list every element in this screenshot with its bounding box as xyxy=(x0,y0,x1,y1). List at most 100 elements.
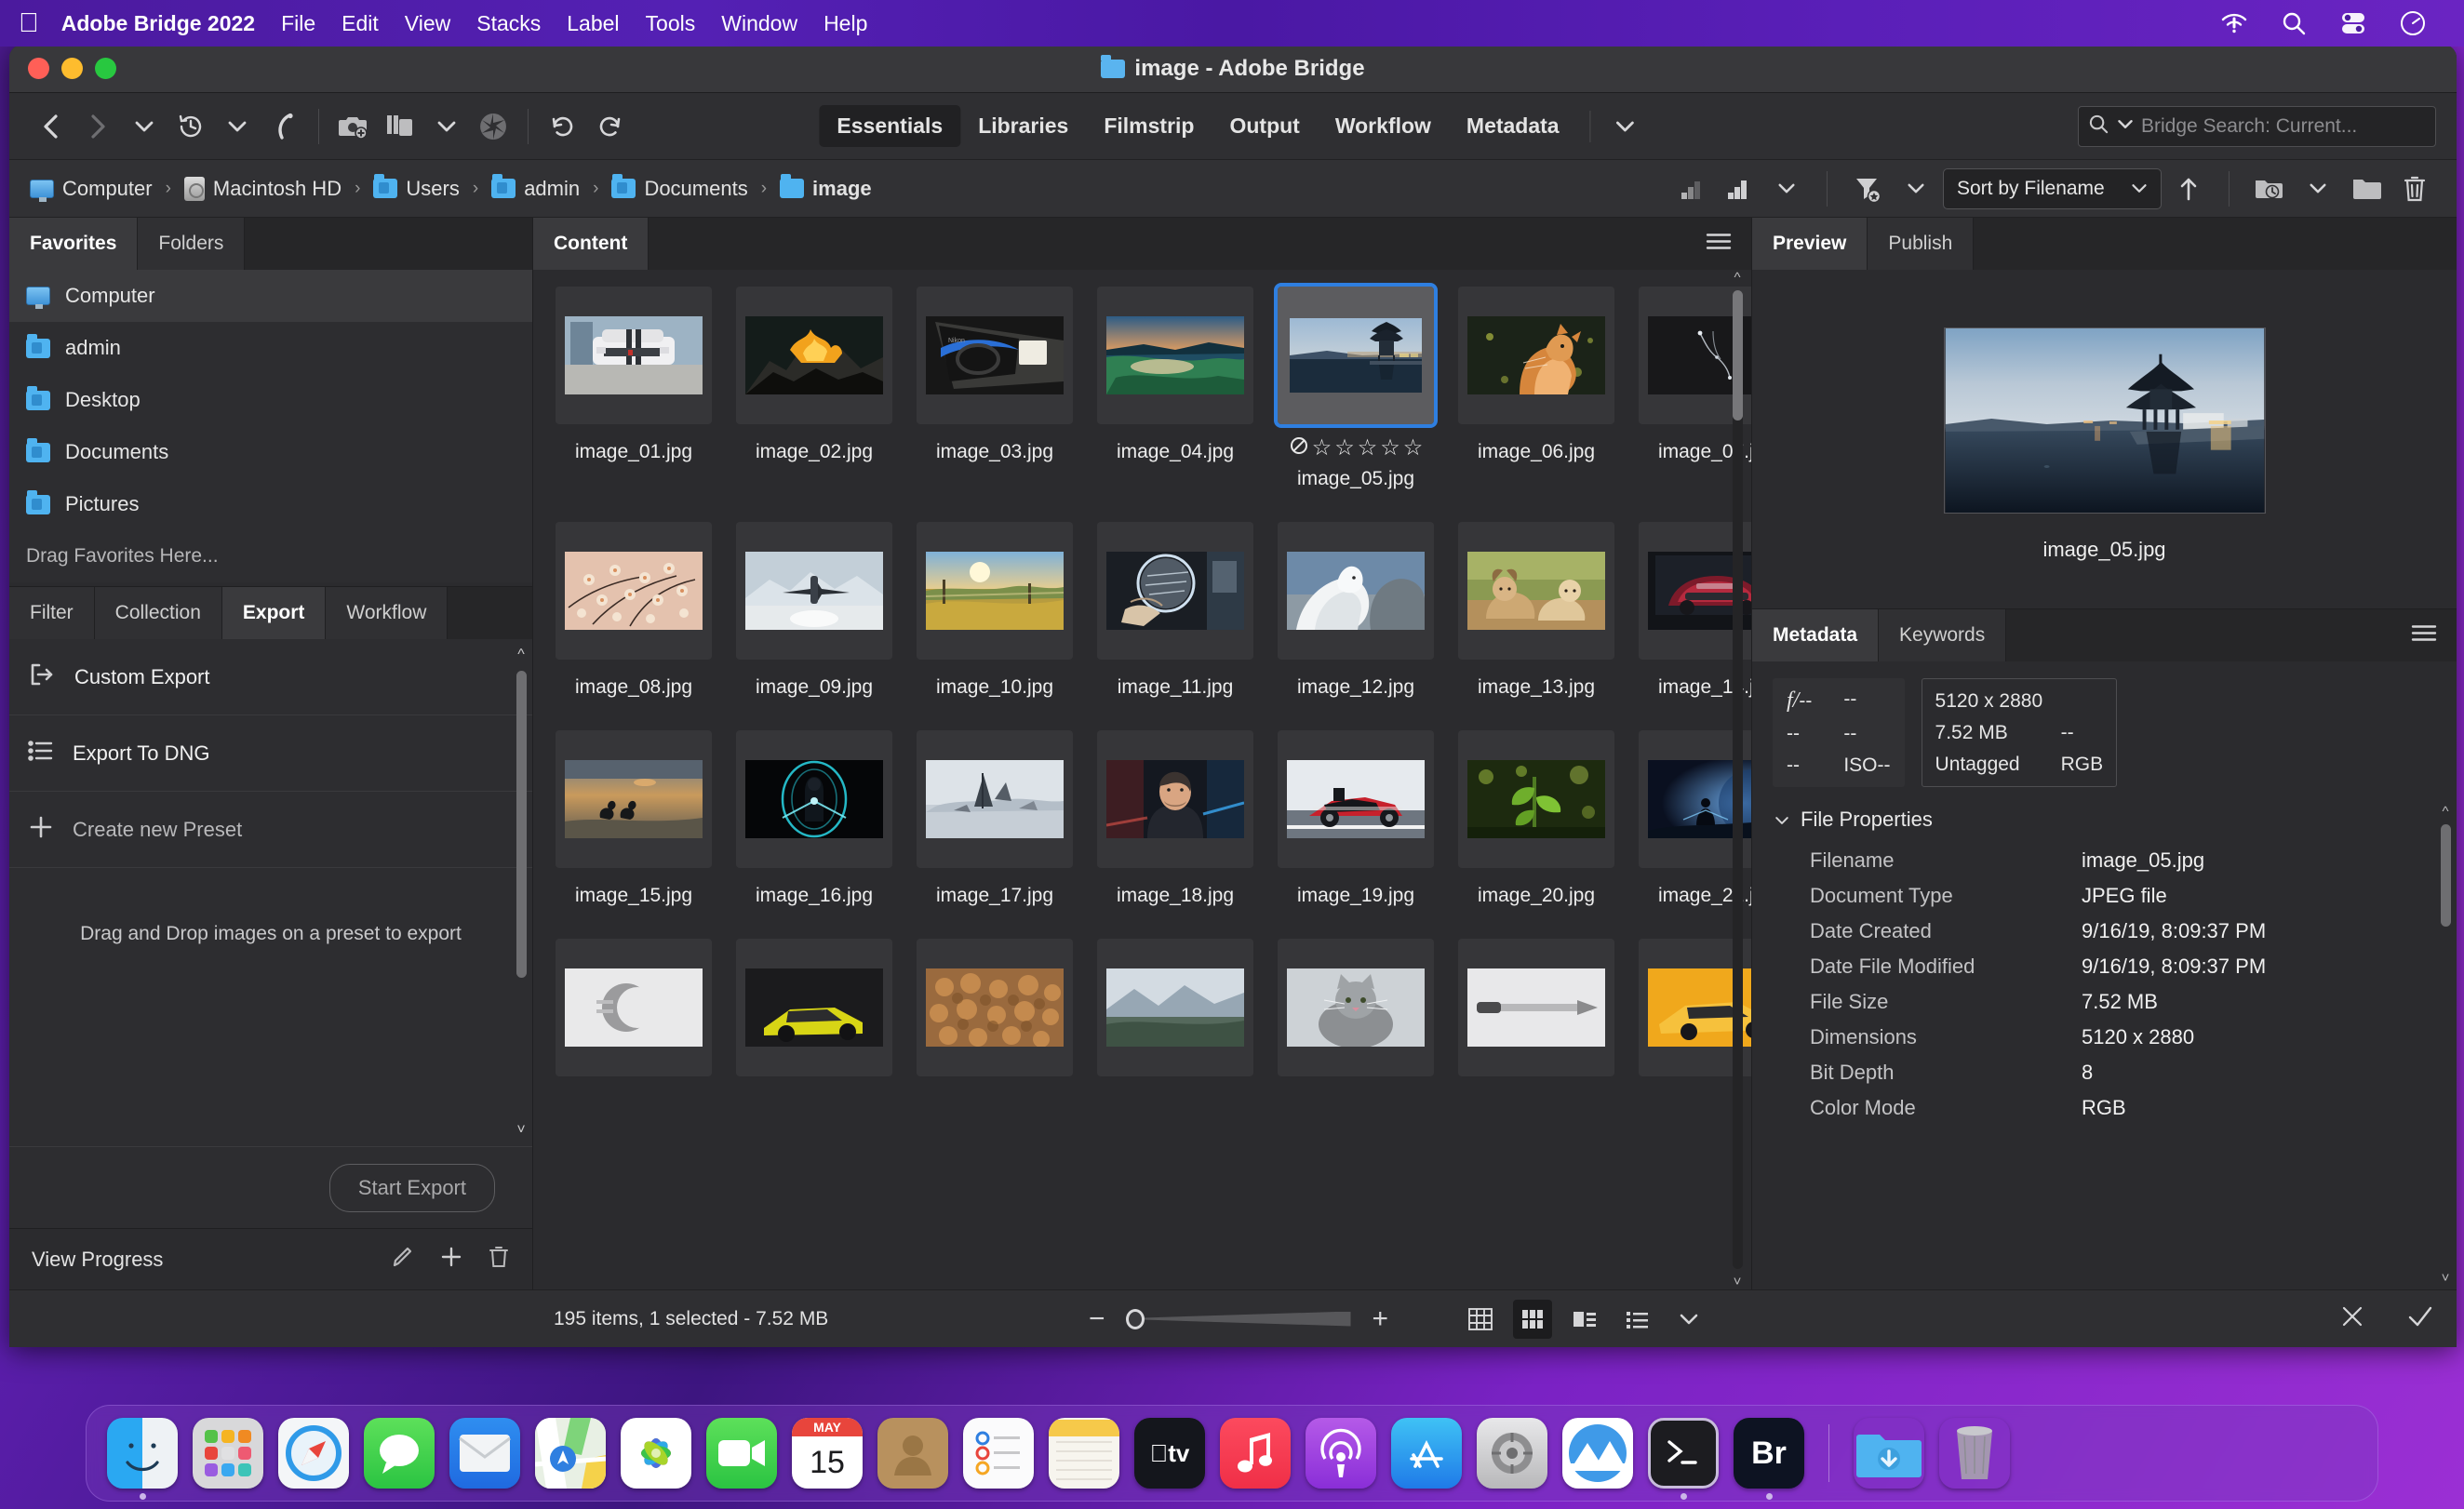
workspace-filmstrip[interactable]: Filmstrip xyxy=(1086,105,1212,147)
zoom-out-button[interactable]: − xyxy=(1089,1305,1105,1333)
zoom-button[interactable] xyxy=(95,58,116,79)
grid-item[interactable]: image_01.jpg xyxy=(556,287,712,490)
scroll-track[interactable] xyxy=(1733,290,1743,1269)
close-icon[interactable] xyxy=(2339,1303,2365,1334)
stack-chevron-down-icon[interactable] xyxy=(425,105,468,148)
trash-icon[interactable] xyxy=(488,1245,510,1275)
thumbnail[interactable] xyxy=(1458,522,1614,660)
dock-item-mail[interactable] xyxy=(449,1418,520,1489)
grid-item[interactable]: image_04.jpg xyxy=(1097,287,1253,490)
contacts-icon[interactable] xyxy=(877,1418,948,1489)
dock-item-calendar[interactable]: MAY 15 xyxy=(792,1418,863,1489)
breadcrumb-image[interactable]: image xyxy=(780,177,872,201)
thumbnail[interactable] xyxy=(736,287,892,424)
tab-folders[interactable]: Folders xyxy=(138,218,245,270)
slider-knob[interactable] xyxy=(1126,1309,1145,1329)
search-dropdown-chevron-down-icon[interactable] xyxy=(2117,118,2134,135)
breadcrumb-computer[interactable]: Computer xyxy=(30,177,153,201)
tab-publish[interactable]: Publish xyxy=(1868,218,1974,270)
dock-item-facetime[interactable] xyxy=(706,1418,777,1489)
mail-icon[interactable] xyxy=(449,1418,520,1489)
camera-raw-icon[interactable] xyxy=(472,105,515,148)
appletv-icon[interactable]: tv xyxy=(1134,1418,1205,1489)
dock-item-adobe-bridge[interactable]: Br xyxy=(1734,1418,1804,1489)
tab-preview[interactable]: Preview xyxy=(1752,218,1868,270)
rotate-ccw-icon[interactable] xyxy=(542,105,584,148)
thumbnail[interactable] xyxy=(917,730,1073,868)
thumbnail[interactable] xyxy=(917,939,1073,1076)
back-icon[interactable] xyxy=(30,105,73,148)
dock-item-appletv[interactable]: tv xyxy=(1134,1418,1205,1489)
safari-icon[interactable] xyxy=(278,1418,349,1489)
edit-pencil-icon[interactable] xyxy=(391,1245,415,1275)
nav-chevron-down-icon[interactable] xyxy=(123,105,166,148)
trash-icon[interactable] xyxy=(1939,1418,2010,1489)
forward-icon[interactable] xyxy=(76,105,119,148)
view-chevron-down-icon[interactable] xyxy=(1669,1300,1708,1339)
chevron-down-icon[interactable] xyxy=(1774,808,1789,832)
search-icon[interactable] xyxy=(2278,7,2310,39)
close-button[interactable] xyxy=(28,58,49,79)
copy-stack-icon[interactable] xyxy=(379,105,422,148)
tab-metadata[interactable]: Metadata xyxy=(1752,609,1879,661)
grid-item[interactable]: Nikon image_03.jpg xyxy=(917,287,1073,490)
search-input[interactable]: Bridge Search: Current... xyxy=(2078,106,2436,147)
dock-item-downloads-folder[interactable] xyxy=(1854,1418,1924,1489)
tab-workflow[interactable]: Workflow xyxy=(326,587,448,639)
minimize-button[interactable] xyxy=(61,58,83,79)
new-folder-icon[interactable] xyxy=(2345,167,2388,210)
star-1-icon[interactable]: ☆ xyxy=(1312,437,1332,460)
grid-item[interactable] xyxy=(1278,939,1434,1076)
tab-export[interactable]: Export xyxy=(222,587,327,639)
grid-item[interactable]: image_19.jpg xyxy=(1278,730,1434,907)
grid-item[interactable] xyxy=(1097,939,1253,1076)
dock-item-reminders[interactable] xyxy=(963,1418,1034,1489)
reject-icon[interactable] xyxy=(1289,435,1309,461)
export-scrollbar[interactable]: ^ ˅ xyxy=(514,647,529,1139)
workspace-essentials[interactable]: Essentials xyxy=(819,105,960,147)
dock-item-trash[interactable] xyxy=(1939,1418,2010,1489)
dock-item-podcasts[interactable] xyxy=(1306,1418,1376,1489)
filter-rating-high-icon[interactable] xyxy=(1717,167,1760,210)
details-view-icon[interactable] xyxy=(1565,1300,1604,1339)
menu-edit[interactable]: Edit xyxy=(341,11,379,36)
thumbnail[interactable] xyxy=(1458,287,1614,424)
messages-icon[interactable] xyxy=(364,1418,435,1489)
workspace-metadata[interactable]: Metadata xyxy=(1449,105,1577,147)
grid-item[interactable]: image_08.jpg xyxy=(556,522,712,699)
scroll-down-icon[interactable]: ˅ xyxy=(514,1122,529,1139)
menu-tools[interactable]: Tools xyxy=(646,11,696,36)
grid-item[interactable]: image_06.jpg xyxy=(1458,287,1614,490)
star-3-icon[interactable]: ☆ xyxy=(1358,437,1378,460)
dock-item-launchpad[interactable] xyxy=(193,1418,263,1489)
grid-item[interactable] xyxy=(736,939,892,1076)
sort-dropdown[interactable]: Sort by Filename xyxy=(1943,168,2162,209)
thumbnail[interactable] xyxy=(917,522,1073,660)
check-icon[interactable] xyxy=(2406,1303,2434,1334)
thumbnail[interactable] xyxy=(1278,730,1434,868)
star-2-icon[interactable]: ☆ xyxy=(1334,437,1355,460)
dock-item-safari[interactable] xyxy=(278,1418,349,1489)
thumbnail[interactable] xyxy=(1278,522,1434,660)
grid-item[interactable]: image_09.jpg xyxy=(736,522,892,699)
menu-window[interactable]: Window xyxy=(721,11,797,36)
music-icon[interactable] xyxy=(1220,1418,1291,1489)
history-chevron-down-icon[interactable] xyxy=(216,105,259,148)
dock-item-maps[interactable] xyxy=(535,1418,606,1489)
dock-item-terminal[interactable] xyxy=(1648,1418,1719,1489)
workspace-output[interactable]: Output xyxy=(1212,105,1317,147)
tab-content[interactable]: Content xyxy=(533,218,649,270)
breadcrumb-users[interactable]: Users xyxy=(373,177,459,201)
thumbnail[interactable] xyxy=(1278,939,1434,1076)
grid-item[interactable]: image_18.jpg xyxy=(1097,730,1253,907)
thumbnail[interactable] xyxy=(556,287,712,424)
scroll-thumb[interactable] xyxy=(1733,290,1743,421)
maps-icon[interactable] xyxy=(535,1418,606,1489)
sidebar-item-pictures[interactable]: Pictures xyxy=(9,478,532,530)
menu-label[interactable]: Label xyxy=(567,11,619,36)
dock-item-photos[interactable] xyxy=(621,1418,691,1489)
plus-icon[interactable] xyxy=(439,1245,463,1275)
recent-folder-chevron-down-icon[interactable] xyxy=(2297,167,2339,210)
file-properties-header[interactable]: File Properties xyxy=(1774,800,2449,843)
create-new-preset-button[interactable]: Create new Preset xyxy=(9,792,532,868)
